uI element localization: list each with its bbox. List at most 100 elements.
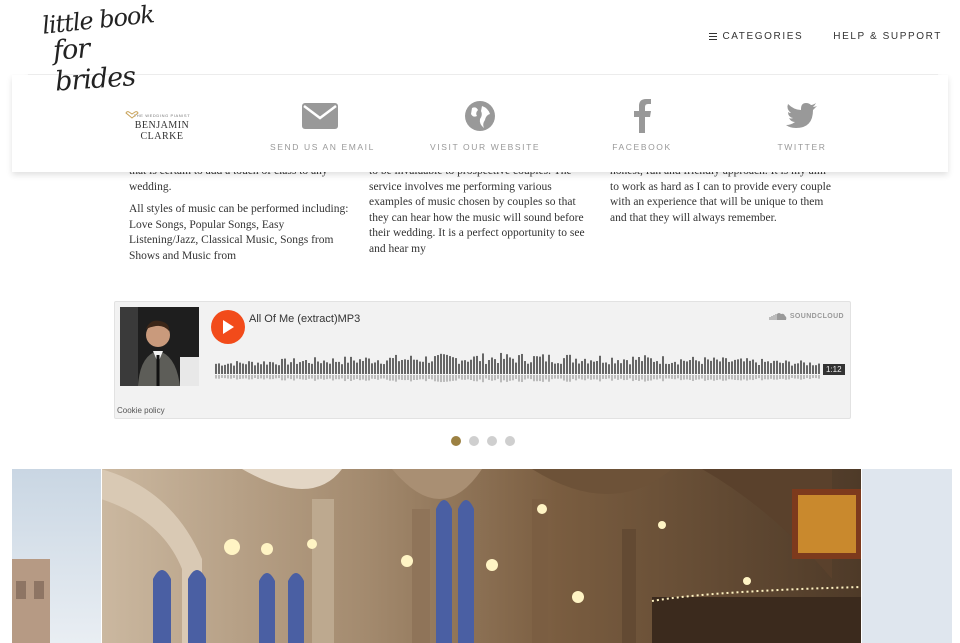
waveform-bar-reflection	[407, 375, 409, 380]
waveform-bar	[617, 360, 619, 374]
play-button[interactable]	[211, 310, 245, 344]
soundcloud-logo[interactable]: SOUNDCLOUD	[769, 312, 844, 321]
waveform-bar	[815, 365, 817, 374]
waveform-bar-reflection	[371, 375, 373, 379]
waveform-bar	[737, 359, 739, 374]
waveform-bar	[518, 355, 520, 374]
waveform-bar	[521, 353, 523, 374]
waveform-bar	[755, 362, 757, 374]
waveform-bar	[707, 359, 709, 374]
waveform-bar-reflection	[215, 375, 217, 379]
waveform-bar-reflection	[281, 375, 283, 381]
waveform-bar	[581, 361, 583, 374]
twitter-link[interactable]: TWITTER	[752, 97, 852, 152]
waveform-bar	[779, 362, 781, 374]
waveform-bar	[650, 358, 652, 374]
carousel-dot-2[interactable]	[469, 436, 479, 446]
waveform-bar-reflection	[716, 375, 718, 381]
waveform-bar-reflection	[497, 375, 499, 379]
waveform-bar-reflection	[485, 375, 487, 379]
facebook-label: FACEBOOK	[612, 142, 672, 152]
waveform-bar-reflection	[563, 375, 565, 381]
waveform-bar	[407, 359, 409, 374]
website-link[interactable]: VISIT OUR WEBSITE	[430, 97, 541, 152]
website-label: VISIT OUR WEBSITE	[430, 142, 541, 152]
site-logo[interactable]: little book for brides	[40, 0, 160, 97]
soundcloud-label: SOUNDCLOUD	[789, 313, 844, 320]
waveform-bar-reflection	[239, 375, 241, 379]
waveform-bar	[398, 361, 400, 374]
waveform-bar	[716, 359, 718, 374]
waveform-bar-reflection	[455, 375, 457, 381]
waveform-bar-reflection	[641, 375, 643, 380]
waveform-bar-reflection	[611, 375, 613, 381]
waveform-bar	[440, 353, 442, 374]
waveform-bar-reflection	[800, 375, 802, 380]
waveform-bar-reflection	[296, 375, 298, 379]
waveform-bar-reflection	[545, 375, 547, 380]
waveform-bar-reflection	[632, 375, 634, 382]
waveform-bar-reflection	[338, 375, 340, 380]
waveform-bar	[701, 363, 703, 374]
waveform-bar-reflection	[677, 375, 679, 379]
waveform-bar	[818, 363, 820, 374]
waveform-bar	[740, 358, 742, 374]
waveform-bar-reflection	[431, 375, 433, 380]
play-icon	[223, 320, 234, 334]
waveform-bar-reflection	[476, 375, 478, 382]
waveform-bar	[551, 362, 553, 374]
waveform-bar	[806, 365, 808, 374]
waveform-bar-reflection	[335, 375, 337, 380]
waveform-bar-reflection	[656, 375, 658, 380]
nav-help-support[interactable]: HELP & SUPPORT	[833, 31, 942, 42]
track-artwork[interactable]	[120, 307, 199, 386]
venue-photo	[12, 469, 952, 643]
waveform-bar-reflection	[647, 375, 649, 381]
vendor-logo[interactable]: THE WEDDING PIANIST BENJAMIN CLARKE	[122, 111, 202, 142]
waveform-bar-reflection	[521, 375, 523, 383]
main-nav: CATEGORIES HELP & SUPPORT	[709, 31, 942, 42]
waveform-bar	[410, 355, 412, 374]
waveform-bar	[659, 363, 661, 374]
waveform-bar	[776, 360, 778, 374]
waveform-bar-reflection	[242, 375, 244, 379]
waveform-bar	[485, 363, 487, 374]
waveform-bar-reflection	[650, 375, 652, 381]
waveform-bar-reflection	[332, 375, 334, 381]
waveform-bar-reflection	[488, 375, 490, 380]
waveform-bar-reflection	[587, 375, 589, 379]
waveform-bar-reflection	[221, 375, 223, 378]
waveform-bar	[584, 358, 586, 374]
waveform-bar	[260, 364, 262, 374]
waveform-bar-reflection	[377, 375, 379, 380]
nav-categories[interactable]: CATEGORIES	[709, 31, 803, 42]
carousel-dot-3[interactable]	[487, 436, 497, 446]
waveform-bar	[530, 362, 532, 374]
carousel-dot-4[interactable]	[505, 436, 515, 446]
waveform-bar	[230, 363, 232, 374]
waveform-bar	[326, 362, 328, 374]
waveform-bar	[713, 357, 715, 374]
waveform-bar	[683, 360, 685, 374]
waveform-bar	[644, 355, 646, 374]
waveform-bar	[545, 361, 547, 374]
waveform-bar-reflection	[629, 375, 631, 379]
waveform-bar-reflection	[728, 375, 730, 380]
waveform-bar-reflection	[317, 375, 319, 380]
carousel-dot-1[interactable]	[451, 436, 461, 446]
email-link[interactable]: SEND US AN EMAIL	[270, 97, 373, 152]
cookie-policy-link[interactable]: Cookie policy	[117, 406, 165, 415]
waveform-bar	[674, 361, 676, 374]
facebook-link[interactable]: FACEBOOK	[592, 97, 692, 152]
waveform-bar	[458, 363, 460, 374]
waveform-bar-reflection	[707, 375, 709, 381]
waveform-bar-reflection	[626, 375, 628, 380]
waveform-bar-reflection	[731, 375, 733, 380]
waveform-bar	[803, 362, 805, 374]
waveform-bar-reflection	[440, 375, 442, 383]
waveform-bar	[539, 356, 541, 374]
waveform-bar	[467, 361, 469, 374]
waveform-bar-reflection	[467, 375, 469, 380]
track-title[interactable]: All Of Me (extract)MP3	[249, 313, 360, 325]
waveform[interactable]	[215, 348, 823, 388]
